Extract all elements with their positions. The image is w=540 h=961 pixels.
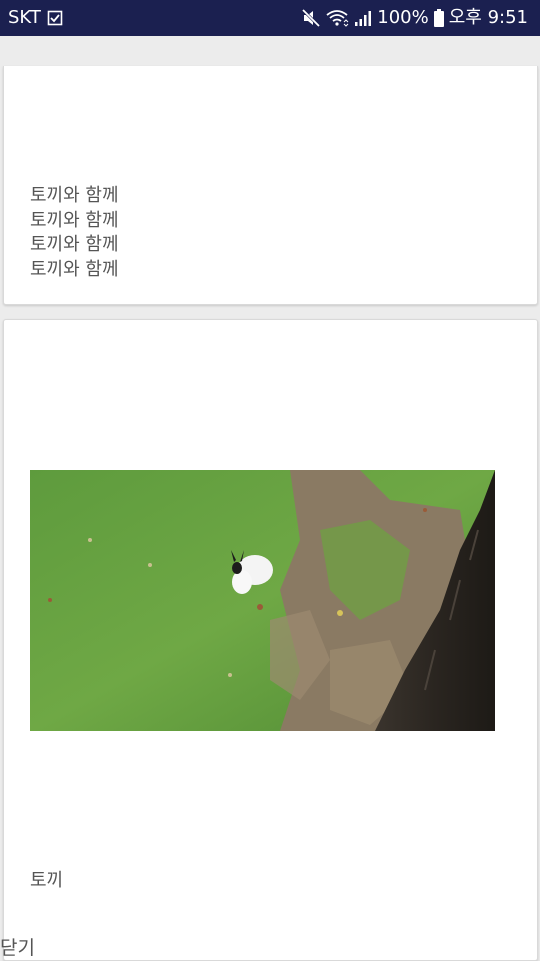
signal-icon	[353, 8, 373, 28]
battery-icon	[433, 8, 445, 28]
mute-icon	[301, 8, 321, 28]
photo-card[interactable]: 토끼	[3, 319, 538, 961]
wifi-icon	[325, 8, 349, 28]
card-text-line: 토끼와 함께	[30, 234, 119, 255]
battery-percent: 100%	[377, 7, 429, 28]
status-right: 100% 오후 9:51	[301, 7, 528, 29]
close-button[interactable]: 닫기	[0, 933, 35, 960]
status-left: SKT	[8, 7, 63, 29]
clock: 오후 9:51	[448, 7, 528, 28]
content-area: 토끼와 함께 토끼와 함께 토끼와 함께 토끼와 함께 토끼	[0, 36, 540, 961]
card-caption: 토끼	[30, 870, 64, 891]
card-text-lines: 토끼와 함께 토끼와 함께 토끼와 함께 토끼와 함께	[30, 184, 119, 282]
carrier-label: SKT	[8, 7, 41, 28]
card-text-line: 토끼와 함께	[30, 209, 119, 231]
text-card[interactable]: 토끼와 함께 토끼와 함께 토끼와 함께 토끼와 함께	[3, 66, 538, 305]
rabbit-photo[interactable]	[30, 470, 495, 731]
card-text-line: 토끼와 함께	[30, 185, 119, 206]
checkbox-notification-icon	[47, 10, 63, 26]
status-bar: SKT 100% 오후 9:51	[0, 0, 540, 36]
card-text-line: 토끼와 함께	[30, 258, 119, 280]
